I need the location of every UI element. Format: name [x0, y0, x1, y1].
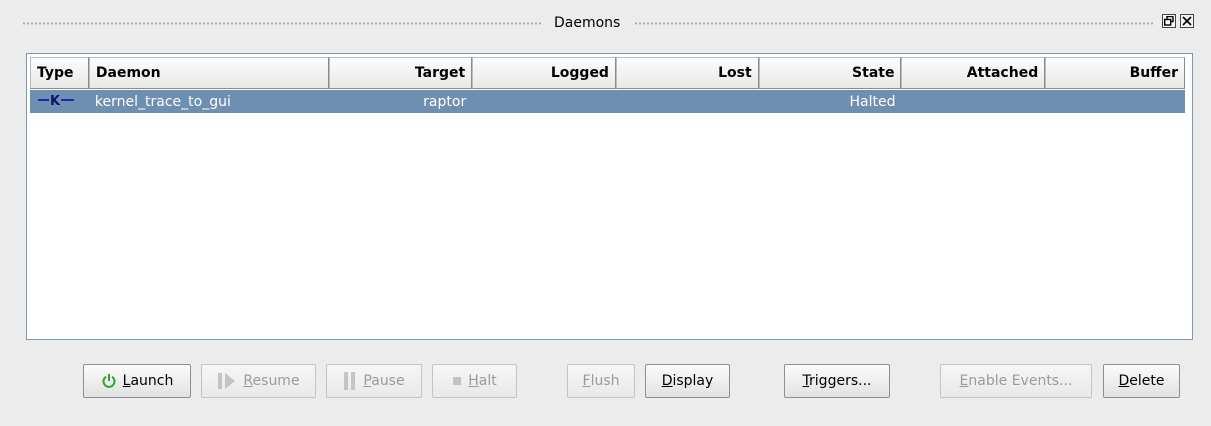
flush-label: Flush — [582, 373, 620, 389]
display-label: Display — [661, 373, 714, 389]
table-header: Type Daemon Target Logged Lost State Att… — [30, 57, 1185, 89]
column-header-lost[interactable]: Lost — [615, 57, 759, 89]
resume-button[interactable]: Resume — [201, 364, 316, 398]
halt-label: Halt — [468, 373, 497, 389]
display-button[interactable]: Display — [645, 364, 730, 398]
triggers-label: Triggers... — [802, 373, 872, 389]
column-header-logged[interactable]: Logged — [472, 57, 616, 89]
title-grip-right — [634, 22, 1154, 25]
column-header-daemon[interactable]: Daemon — [88, 57, 330, 89]
column-header-buffer[interactable]: Buffer — [1045, 57, 1185, 89]
pause-label: Pause — [363, 373, 405, 389]
resume-label: Resume — [243, 373, 300, 389]
daemon-name: kernel_trace_to_gui — [94, 93, 231, 110]
svg-text:K: K — [50, 94, 61, 107]
power-icon — [101, 373, 117, 389]
triggers-button[interactable]: Triggers... — [784, 364, 890, 398]
flush-button[interactable]: Flush — [567, 364, 635, 398]
halt-button[interactable]: Halt — [432, 364, 517, 398]
pause-button[interactable]: Pause — [326, 364, 422, 398]
enable-events-label: Enable Events... — [959, 373, 1073, 389]
column-header-state[interactable]: State — [758, 57, 902, 89]
table-row[interactable]: K kernel_trace_to_gui raptor Halted — [30, 90, 1185, 113]
window-title-bar: Daemons — [0, 0, 1211, 46]
title-grip-left — [22, 22, 542, 25]
daemon-target: raptor — [423, 93, 467, 110]
column-header-target[interactable]: Target — [329, 57, 473, 89]
daemon-state: Halted — [849, 93, 896, 110]
resume-icon — [217, 372, 237, 390]
stop-icon — [452, 376, 462, 386]
enable-events-button[interactable]: Enable Events... — [940, 364, 1092, 398]
pause-icon — [343, 371, 357, 391]
restore-icon[interactable] — [1162, 14, 1176, 28]
window-title: Daemons — [554, 15, 621, 31]
launch-label: Launch — [122, 373, 174, 389]
daemons-table[interactable]: Type Daemon Target Logged Lost State Att… — [26, 53, 1193, 340]
column-header-attached[interactable]: Attached — [901, 57, 1046, 89]
close-icon[interactable] — [1180, 14, 1194, 28]
column-header-type[interactable]: Type — [30, 57, 89, 89]
delete-label: Delete — [1118, 373, 1165, 389]
delete-button[interactable]: Delete — [1103, 364, 1180, 398]
launch-button[interactable]: Launch — [83, 364, 191, 398]
kernel-daemon-icon: K — [30, 93, 89, 111]
